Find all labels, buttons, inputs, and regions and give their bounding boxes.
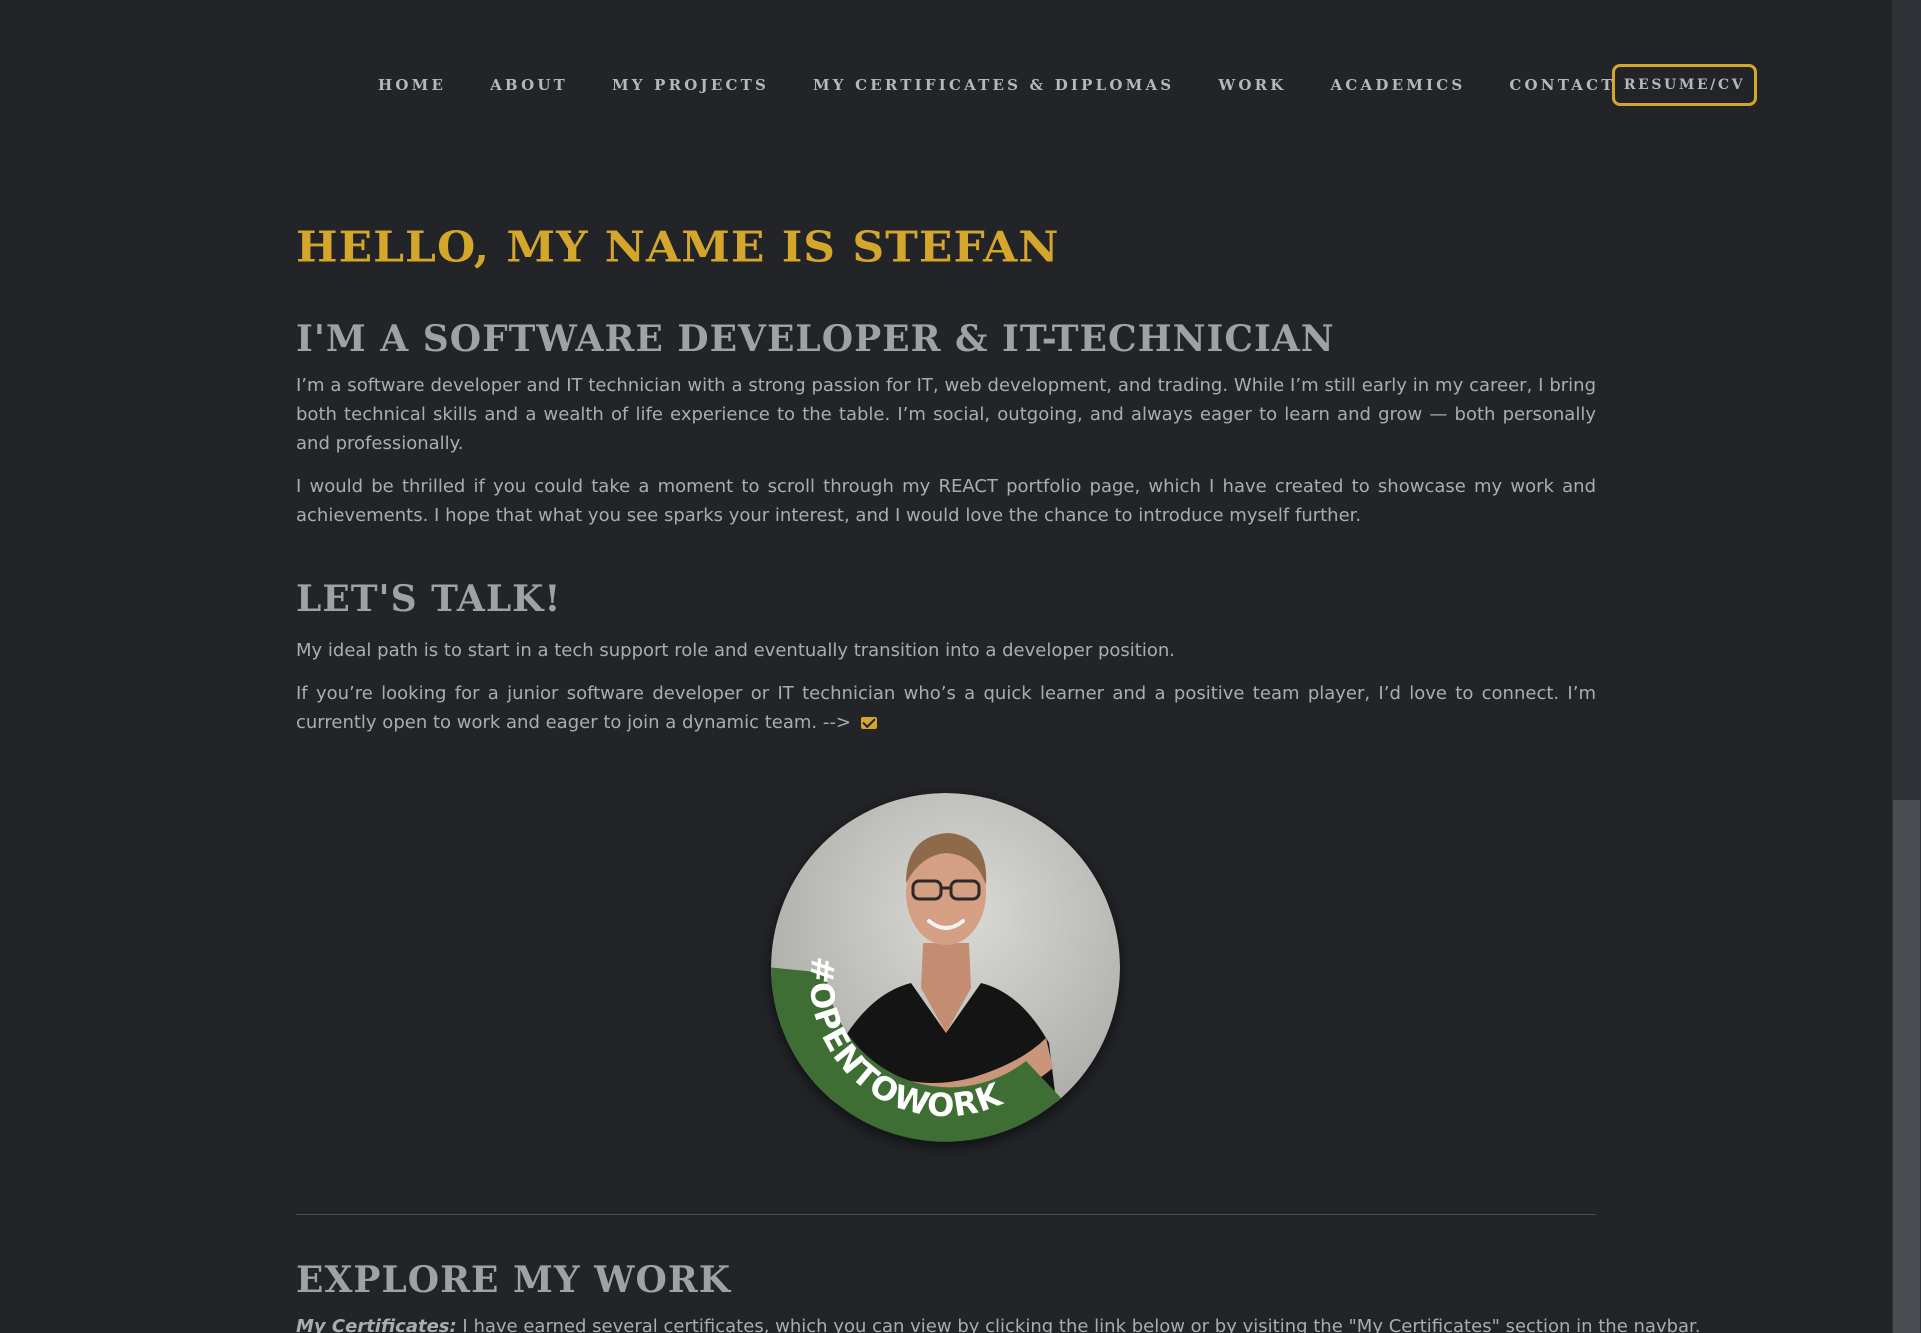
navbar: HOME ABOUT MY PROJECTS MY CERTIFICATES &… bbox=[0, 64, 1892, 106]
explore-certificates-label: My Certificates: bbox=[296, 1316, 457, 1333]
nav-my-certificates-diplomas[interactable]: MY CERTIFICATES & DIPLOMAS bbox=[813, 76, 1174, 94]
nav-work[interactable]: WORK bbox=[1218, 76, 1286, 94]
explore-certificates-text: I have earned several certificates, whic… bbox=[456, 1316, 1701, 1333]
nav-contact[interactable]: CONTACT bbox=[1509, 76, 1615, 94]
explore-certificates-paragraph: My Certificates: I have earned several c… bbox=[296, 1312, 1701, 1333]
nav-about[interactable]: ABOUT bbox=[490, 76, 568, 94]
nav-my-projects[interactable]: MY PROJECTS bbox=[612, 76, 769, 94]
scrollbar-thumb[interactable] bbox=[1893, 800, 1920, 1333]
explore-title: EXPLORE MY WORK bbox=[296, 1259, 732, 1301]
resume-cv-button[interactable]: RESUME/CV bbox=[1612, 64, 1757, 106]
talk-path-paragraph: My ideal path is to start in a tech supp… bbox=[296, 640, 1176, 661]
talk-connect-paragraph: If you’re looking for a junior software … bbox=[296, 679, 1596, 737]
hero-subtitle: I'M A SOFTWARE DEVELOPER & IT-TECHNICIAN bbox=[296, 318, 1335, 360]
profile-avatar: #OPENTOWORK bbox=[771, 793, 1120, 1142]
section-divider bbox=[296, 1214, 1596, 1215]
nav-home[interactable]: HOME bbox=[378, 76, 446, 94]
hero-intro-paragraph: I’m a software developer and IT technici… bbox=[296, 375, 1596, 454]
envelope-icon[interactable] bbox=[860, 717, 877, 729]
profile-photo-illustration: #OPENTOWORK bbox=[771, 793, 1120, 1142]
hero-portfolio-paragraph: I would be thrilled if you could take a … bbox=[296, 476, 1596, 526]
talk-connect-text: If you’re looking for a junior software … bbox=[296, 683, 1596, 733]
hero-greeting: HELLO, MY NAME IS STEFAN bbox=[296, 223, 1060, 272]
page: HOME ABOUT MY PROJECTS MY CERTIFICATES &… bbox=[0, 0, 1892, 1333]
talk-title: LET'S TALK! bbox=[296, 578, 562, 620]
nav-links: HOME ABOUT MY PROJECTS MY CERTIFICATES &… bbox=[378, 64, 1660, 106]
nav-academics[interactable]: ACADEMICS bbox=[1331, 76, 1466, 94]
